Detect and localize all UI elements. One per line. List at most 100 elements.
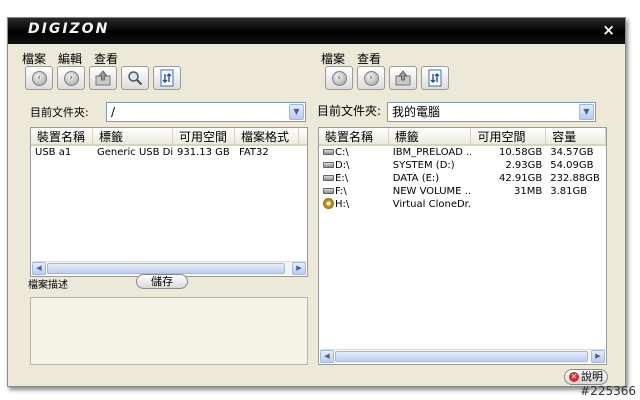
cell-free-space <box>471 198 546 211</box>
cell-free-space: 42.91GB <box>498 173 543 184</box>
col-capacity[interactable]: 容量 <box>546 128 606 144</box>
left-path-label: 目前文件夾: <box>30 106 89 119</box>
cell-capacity: 34.57GB <box>550 147 594 158</box>
cell-label: DATA (E:) <box>392 173 440 184</box>
drive-icon <box>323 188 334 194</box>
right-refresh-button[interactable] <box>421 66 449 90</box>
scroll-right-icon[interactable]: ▶ <box>292 262 306 275</box>
app-logo: DIGIZON <box>28 21 110 37</box>
col-label[interactable]: 標籤 <box>389 128 472 144</box>
cell-capacity <box>546 198 606 211</box>
back-icon: ‹ <box>331 70 347 86</box>
cell-capacity: 54.09GB <box>550 160 594 171</box>
left-path-value: / <box>111 105 116 119</box>
cell-free-space: 31MB <box>513 186 543 197</box>
left-list-header: 裝置名稱 標籤 可用空間 檔案格式 <box>31 128 307 146</box>
cell-device: E:\ <box>335 173 349 184</box>
table-row[interactable]: H:\ Virtual CloneDr... <box>319 198 606 211</box>
title-bar: DIGIZON × <box>8 18 625 44</box>
left-back-button[interactable]: ‹ <box>25 66 53 90</box>
left-up-button[interactable] <box>89 66 117 90</box>
cell-free-space: 10.58GB <box>498 147 543 158</box>
menu-file[interactable]: 檔案 <box>22 50 46 67</box>
cell-device: H:\ <box>335 199 350 210</box>
right-back-button[interactable]: ‹ <box>325 66 353 90</box>
watermark-text: #225366 <box>580 384 636 398</box>
drive-icon <box>323 175 334 181</box>
menu-view[interactable]: 查看 <box>94 50 118 67</box>
table-row[interactable]: F:\ NEW VOLUME ... 31MB 3.81GB <box>319 185 606 198</box>
left-refresh-button[interactable] <box>153 66 181 90</box>
cell-free-space: 2.93GB <box>505 160 543 171</box>
help-label: 說明 <box>581 370 603 383</box>
col-format[interactable]: 檔案格式 <box>235 128 299 144</box>
cell-label: IBM_PRELOAD ... <box>392 147 472 158</box>
close-icon[interactable]: × <box>602 21 615 39</box>
forward-icon: › <box>63 70 79 86</box>
forward-icon: › <box>363 70 379 86</box>
col-label[interactable]: 標籤 <box>93 128 173 144</box>
cell-device: F:\ <box>335 186 347 197</box>
col-device[interactable]: 裝置名稱 <box>319 128 389 144</box>
folder-up-icon <box>395 70 411 86</box>
refresh-icon <box>160 69 174 87</box>
save-button[interactable]: 儲存 <box>136 274 188 289</box>
table-row[interactable]: D:\ SYSTEM (D:) 2.93GB 54.09GB <box>319 159 606 172</box>
cell-device: C:\ <box>335 147 349 158</box>
cell-free-space: 931.13 GB <box>177 147 230 158</box>
right-path-select[interactable]: 我的電腦 ▼ <box>387 102 596 122</box>
right-file-list[interactable]: 裝置名稱 標籤 可用空間 容量 C:\ IBM_PRELOAD ... 10.5… <box>318 127 607 365</box>
left-menu-bar: 檔案 編輯 查看 <box>22 50 118 67</box>
table-row[interactable]: USB a1 Generic USB Disk 931.13 GB FAT32 <box>31 146 307 159</box>
left-path-select[interactable]: / ▼ <box>106 102 306 122</box>
col-device[interactable]: 裝置名稱 <box>31 128 93 144</box>
cell-label: SYSTEM (D:) <box>392 160 455 171</box>
menu-view[interactable]: 查看 <box>357 50 381 67</box>
col-free-space[interactable]: 可用空間 <box>471 128 547 144</box>
table-row[interactable]: C:\ IBM_PRELOAD ... 10.58GB 34.57GB <box>319 146 606 159</box>
file-description-field[interactable] <box>30 297 308 365</box>
file-description-label: 檔案描述 <box>28 280 68 291</box>
cell-capacity: 232.88GB <box>550 173 600 184</box>
chevron-down-icon[interactable]: ▼ <box>289 104 304 120</box>
menu-file[interactable]: 檔案 <box>321 50 345 67</box>
col-free-space[interactable]: 可用空間 <box>173 128 235 144</box>
cell-capacity: 3.81GB <box>550 186 588 197</box>
left-horizontal-scrollbar[interactable]: ◀ ▶ <box>32 261 306 275</box>
left-search-button[interactable] <box>121 66 149 90</box>
drive-icon <box>323 162 334 168</box>
right-toolbar: ‹ › <box>325 66 449 90</box>
drive-icon <box>323 149 334 155</box>
scroll-left-icon[interactable]: ◀ <box>320 350 334 363</box>
right-up-button[interactable] <box>389 66 417 90</box>
cell-device: D:\ <box>335 160 350 171</box>
right-path-label: 目前文件夾: <box>317 104 382 118</box>
scroll-right-icon[interactable]: ▶ <box>591 350 605 363</box>
table-row[interactable]: E:\ DATA (E:) 42.91GB 232.88GB <box>319 172 606 185</box>
scroll-thumb[interactable] <box>335 351 588 362</box>
close-icon: ✕ <box>569 372 579 382</box>
folder-up-icon <box>95 70 111 86</box>
scroll-thumb[interactable] <box>47 263 285 274</box>
right-path-value: 我的電腦 <box>392 105 441 119</box>
right-horizontal-scrollbar[interactable]: ◀ ▶ <box>320 349 605 363</box>
search-icon <box>128 71 143 86</box>
app-window: DIGIZON × 檔案 編輯 查看 ‹ › 目前文件夾: / ▼ 裝置名稱 標… <box>7 17 626 387</box>
cell-label: Generic USB Disk <box>97 147 173 158</box>
cell-label: Virtual CloneDr... <box>392 199 472 210</box>
cell-format: FAT32 <box>239 147 269 158</box>
right-list-header: 裝置名稱 標籤 可用空間 容量 <box>319 128 606 146</box>
menu-edit[interactable]: 編輯 <box>58 50 82 67</box>
cell-label: NEW VOLUME ... <box>392 186 472 197</box>
cell-device: USB a1 <box>35 147 72 158</box>
cd-drive-icon <box>323 198 334 209</box>
left-file-list[interactable]: 裝置名稱 標籤 可用空間 檔案格式 USB a1 Generic USB Dis… <box>30 127 308 277</box>
right-forward-button[interactable]: › <box>357 66 385 90</box>
scroll-left-icon[interactable]: ◀ <box>32 262 46 275</box>
chevron-down-icon[interactable]: ▼ <box>579 104 594 120</box>
refresh-icon <box>428 69 442 87</box>
left-toolbar: ‹ › <box>25 66 181 90</box>
left-forward-button[interactable]: › <box>57 66 85 90</box>
help-button[interactable]: ✕ 說明 <box>564 369 608 385</box>
back-icon: ‹ <box>31 70 47 86</box>
